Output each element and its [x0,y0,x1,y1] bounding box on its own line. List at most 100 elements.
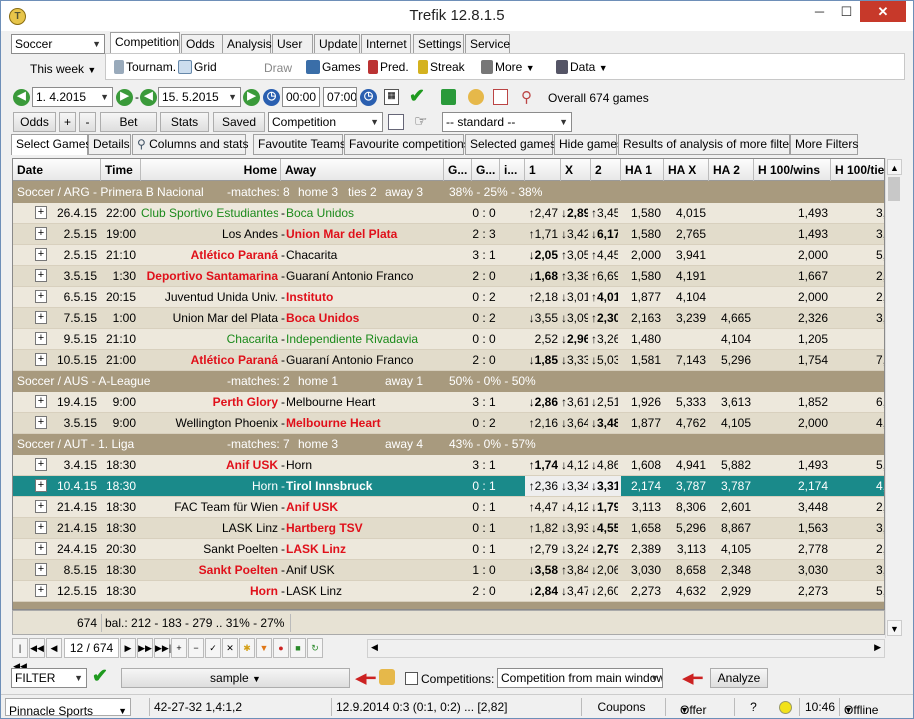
mode-select[interactable]: Offline ▼ [839,698,878,717]
filter-select[interactable]: FILTER ▼ [11,668,87,688]
column-header-10[interactable]: HA 1 [621,159,664,181]
table-row[interactable]: +3.5.15 9:00 Wellington Phoenix - Melbourne … [13,413,884,434]
filter-icon[interactable]: ▼ [256,638,272,658]
period-select[interactable]: This week ▼ [30,62,96,76]
stats-button[interactable]: Stats [160,112,209,132]
bet-button[interactable]: Bet [100,112,157,132]
menu-tab-user[interactable]: User [272,34,313,53]
prev-date-from-icon[interactable]: ◀ [13,89,30,106]
subtab-details[interactable]: Details [88,134,131,155]
subtab-favourite-competitions[interactable]: Favourite competitions [344,134,470,155]
horizontal-scrollbar[interactable]: ◀ ▶ [367,639,885,658]
table-row[interactable]: +8.5.15 18:30 Sankt Poelten - Anif USK 1 : 0 ↓… [13,560,884,581]
table-row[interactable]: +12.5.15 18:30 Horn - LASK Linz 2 : 0 ↓2,84 ↓3,… [13,581,884,602]
apply-filter-icon[interactable]: ✔ [92,665,108,688]
column-header-0[interactable]: Date [13,159,101,181]
column-header-2[interactable]: Home [141,159,281,181]
column-header-12[interactable]: HA 2 [709,159,754,181]
stop-icon[interactable]: ● [273,638,289,658]
standard-select[interactable]: -- standard -- ▼ [442,112,572,132]
saved-button[interactable]: Saved [213,112,265,132]
minus-button[interactable]: - [79,112,96,132]
table-row[interactable]: +10.5.15 21:00 Atlético Paraná - Guaraní Ant… [13,350,884,371]
next-date-from-icon[interactable]: ▶ [116,89,133,106]
column-header-4[interactable]: G... [444,159,472,181]
maximize-button[interactable]: ☐ [833,1,860,22]
column-header-1[interactable]: Time [101,159,141,181]
column-header-5[interactable]: G... [472,159,500,181]
first-record-icon[interactable]: |◀◀ [12,638,28,671]
menu-tab-internet[interactable]: Internet [361,34,411,53]
user-search-icon[interactable] [379,669,395,685]
delete-record-icon[interactable]: − [188,638,204,658]
table-row[interactable]: +2.5.15 21:10 Atlético Paraná - Chacarita 3 :… [13,245,884,266]
plus-button[interactable]: + [59,112,76,132]
menu-tab-settings[interactable]: Settings [413,34,464,53]
column-header-6[interactable]: i... [500,159,525,181]
confirm-icon[interactable]: ✓ [205,638,221,658]
scroll-thumb[interactable] [888,177,900,201]
cancel-icon[interactable]: ✕ [222,638,238,658]
prev-date-to-icon[interactable]: ◀ [140,89,157,106]
group-header[interactable]: Soccer / AUT - 1. Liga -matches: 7 home 3a… [13,434,884,455]
table-row[interactable]: +21.4.15 18:30 FAC Team für Wien - Anif USK 0… [13,497,884,518]
table-row[interactable]: +6.5.15 20:15 Juventud Unida Univ. - Institu… [13,287,884,308]
table-row[interactable]: +2.5.15 19:00 Los Andes - Union Mar del Plat… [13,224,884,245]
table-row[interactable]: +24.4.15 20:30 Sankt Poelten - LASK Linz 0 : … [13,539,884,560]
menu-tab-competition[interactable]: Competition [110,32,180,53]
report-icon[interactable] [493,89,508,105]
grid-button[interactable]: Grid [178,60,217,74]
draw-button[interactable]: Draw [264,61,292,75]
export-icon[interactable] [388,114,404,130]
coupons-button[interactable]: Coupons [581,698,661,716]
refresh-icon[interactable]: ↻ [307,638,323,658]
next-page-icon[interactable]: ▶▶ [137,638,153,658]
table-row[interactable]: +10.4.15 18:30 Horn - Tirol Innsbruck 0 : 1 ↑2… [13,476,884,497]
table-row[interactable]: +21.4.15 18:30 LASK Linz - Hartberg TSV 0 : 1… [13,518,884,539]
minimize-button[interactable]: ─ [806,1,833,22]
group-header[interactable]: Soccer / ARG - Primera B Nacional -matche… [13,182,884,203]
odds-button[interactable]: Odds [13,112,56,132]
next-date-to-icon[interactable]: ▶ [243,89,260,106]
data-button[interactable]: Data ▼ [556,60,608,74]
prev-record-icon[interactable]: ◀ [46,638,62,658]
scroll-left-icon[interactable]: ◀ [371,642,378,653]
date-from-field[interactable]: 1. 4.2015 ▼ [32,87,113,107]
subtab-more-filters[interactable]: More Filters [790,134,858,155]
checkmark-icon[interactable]: ✔ [409,85,425,108]
time-to-field[interactable]: 07:00 [323,87,357,107]
prev-page-icon[interactable]: ◀◀ [29,638,45,658]
column-header-7[interactable]: 1 [525,159,561,181]
clock-to-icon[interactable]: ◷ [360,89,377,106]
column-header-8[interactable]: X [561,159,591,181]
bookmaker-select[interactable]: Pinnacle Sports ▼ [5,698,131,718]
scroll-right-icon[interactable]: ▶ [874,642,881,653]
star-icon[interactable]: ✱ [239,638,255,658]
subtab-favoutite-teams[interactable]: Favoutite Teams [253,134,346,155]
vertical-scrollbar[interactable]: ▲ ▼ [885,158,902,638]
competition-select[interactable]: Competition ▼ [268,112,383,132]
table-row[interactable]: +3.5.15 1:30 Deportivo Santamarina - Guaraní… [13,266,884,287]
close-button[interactable]: ✕ [860,1,906,22]
next-record-icon[interactable]: ▶ [120,638,136,658]
table-row[interactable]: +26.4.15 22:00 Club Sportivo Estudiantes - B… [13,203,884,224]
date-to-field[interactable]: 15. 5.2015 ▼ [158,87,241,107]
column-header-11[interactable]: HA X [664,159,709,181]
excel-icon[interactable] [441,89,456,105]
calendar-icon[interactable]: ▦ [384,89,399,105]
competition-source-select[interactable]: Competition from main window ▼ [497,668,663,688]
pred-button[interactable]: Pred. [368,60,409,74]
tournam-button[interactable]: Tournam. [114,60,176,74]
hand-pointer-icon[interactable]: ☞ [414,112,427,130]
clock-from-icon[interactable]: ◷ [263,89,280,106]
scroll-up-icon[interactable]: ▲ [887,159,902,175]
subtab-selected-games[interactable]: Selected games [465,134,556,155]
column-header-9[interactable]: 2 [591,159,621,181]
group-header[interactable]: Soccer / AUS - A-League -matches: 2 home 1… [13,371,884,392]
menu-tab-service[interactable]: Service [465,34,510,53]
last-record-icon[interactable]: ▶▶| [154,638,171,658]
subtab-columns-and-stats[interactable]: ⚲ Columns and stats [132,134,249,155]
streak-button[interactable]: Streak [418,60,465,74]
save-icon[interactable]: ■ [290,638,306,658]
table-row[interactable]: +9.5.15 21:10 Chacarita - Independiente Riva… [13,329,884,350]
